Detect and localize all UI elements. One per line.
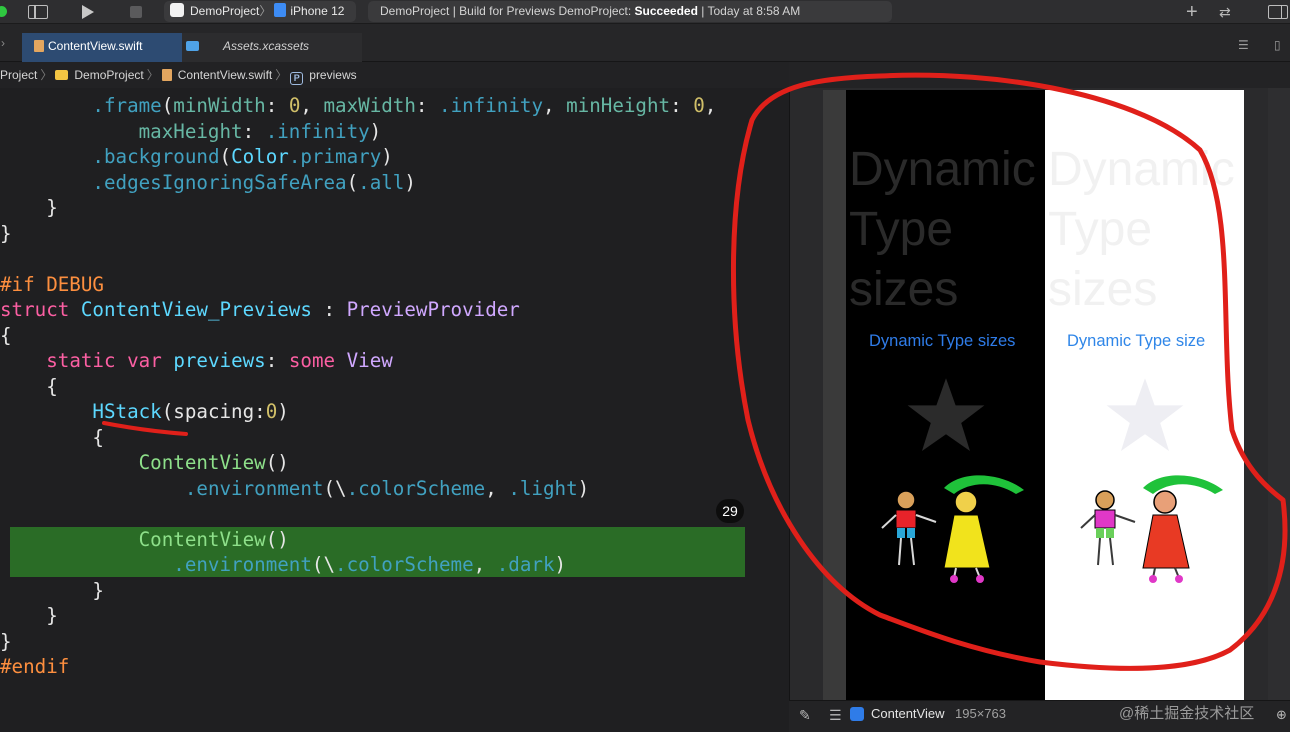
scheme-device: iPhone 12 xyxy=(290,4,345,18)
code-line: { xyxy=(0,374,58,398)
chevron-right-icon[interactable]: › xyxy=(1,36,5,50)
kids-drawing-image xyxy=(881,475,1024,583)
breadcrumb-separator: 〉 xyxy=(40,68,53,82)
play-icon[interactable] xyxy=(82,5,94,19)
activity-status: DemoProject | Build for Previews DemoPro… xyxy=(368,1,892,22)
swap-icon[interactable]: ⇄ xyxy=(1219,3,1231,21)
add-editor-icon[interactable]: ▯ xyxy=(1274,38,1281,52)
preview-icon xyxy=(850,707,864,721)
code-line: { xyxy=(0,323,12,347)
preview-name[interactable]: ContentView xyxy=(871,701,944,727)
breadcrumb-item-previews[interactable]: previews xyxy=(309,68,356,82)
code-line: .frame(minWidth: 0, maxWidth: .infinity,… xyxy=(92,94,717,117)
kids-drawing-image xyxy=(1080,475,1223,583)
code-line: maxHeight: .infinity) xyxy=(138,119,382,143)
status-suffix: | Today at 8:58 AM xyxy=(697,4,801,18)
tab-contentview-swift[interactable]: ContentView.swift xyxy=(22,33,182,62)
swift-file-icon xyxy=(34,40,44,52)
breadcrumb-item-project[interactable]: Project xyxy=(0,68,37,82)
preview-bottom-bar: ✎ ☰ ContentView 195×763 @稀土掘金技术社区 ⊕ xyxy=(789,700,1290,732)
large-text-line: sizes xyxy=(849,263,959,316)
code-line: } xyxy=(0,578,104,602)
app-icon xyxy=(170,3,184,17)
plus-icon[interactable]: + xyxy=(1186,2,1198,22)
code-line: } xyxy=(0,196,58,219)
editor-options-icon[interactable]: ☰ xyxy=(1238,38,1249,52)
status-result: Succeeded xyxy=(634,4,698,18)
code-line: } xyxy=(0,629,12,653)
swift-file-icon xyxy=(161,69,172,81)
watermark: @稀土掘金技术社区 xyxy=(1119,705,1255,722)
small-dynamic-text: Dynamic Type sizes xyxy=(869,332,1016,350)
tab-label: ContentView.swift xyxy=(48,39,143,53)
dark-mode-preview: Dynamic Type sizes Dynamic Type sizes xyxy=(846,90,1045,702)
stop-icon[interactable] xyxy=(130,6,142,18)
code-line: ContentView() xyxy=(138,527,289,551)
scheme-selector[interactable]: DemoProject〉 iPhone 12 xyxy=(164,1,356,22)
scheme-separator: 〉 xyxy=(259,4,272,18)
code-line: .background(Color.primary) xyxy=(92,145,393,168)
code-line: static var previews: some View xyxy=(46,349,393,372)
code-line: struct ContentView_Previews : PreviewPro… xyxy=(0,298,520,321)
code-line: .edgesIgnoringSafeArea(.all) xyxy=(92,170,416,194)
code-line: HStack(spacing:0) xyxy=(92,400,289,423)
star-icon xyxy=(907,378,985,451)
large-text-line: sizes xyxy=(1048,263,1158,316)
large-text-line: Type xyxy=(849,203,954,256)
large-text-line: Dynamic xyxy=(849,143,1036,196)
star-icon xyxy=(1106,378,1184,451)
panel-toggle-icon[interactable] xyxy=(1268,5,1288,19)
status-prefix: DemoProject | Build for Previews DemoPro… xyxy=(380,4,635,18)
code-line: .environment(\.colorScheme, .light) xyxy=(184,476,590,500)
property-icon: P xyxy=(290,72,304,85)
breadcrumb: Project 〉 DemoProject 〉 ContentView.swift 〉 Pp… xyxy=(0,62,789,88)
pin-icon[interactable]: ✎ xyxy=(799,702,811,728)
preview-canvas[interactable]: Dynamic Type sizes Dynamic Type sizes Dy… xyxy=(789,88,1290,702)
scheme-project: DemoProject xyxy=(190,4,260,18)
large-text-line: Dynamic xyxy=(1048,143,1235,196)
breadcrumb-separator: 〉 xyxy=(275,68,288,82)
asset-catalog-icon xyxy=(186,41,199,51)
tab-label: Assets.xcassets xyxy=(223,39,310,53)
preview-device-frame: Dynamic Type sizes Dynamic Type sizes Dy… xyxy=(823,90,1244,702)
code-line: .environment(\.colorScheme, .dark) xyxy=(173,553,567,576)
small-dynamic-text: Dynamic Type size xyxy=(1067,332,1206,350)
breadcrumb-item-contentview[interactable]: ContentView.swift xyxy=(178,68,273,82)
window-toolbar: DemoProject〉 iPhone 12 DemoProject | Buil… xyxy=(0,0,1290,24)
preview-size: 195×763 xyxy=(955,706,1006,721)
editor-tab-bar: › ContentView.swift Assets.xcassets ☰ ▯ xyxy=(0,24,1290,62)
code-line: } xyxy=(0,221,12,245)
large-dynamic-text: Dynamic Type sizes xyxy=(1048,140,1235,320)
zoom-icon[interactable]: ⊕ xyxy=(1276,702,1287,728)
build-count-badge: 29 xyxy=(716,499,744,523)
breadcrumb-item-demoproject[interactable]: DemoProject xyxy=(74,68,143,82)
tab-assets-xcassets[interactable]: Assets.xcassets xyxy=(182,33,362,62)
large-dynamic-text: Dynamic Type sizes xyxy=(849,140,1036,320)
light-mode-preview: Dynamic Type sizes Dynamic Type size xyxy=(1045,90,1244,702)
code-line: { xyxy=(0,425,104,449)
code-line: #if DEBUG xyxy=(0,272,104,296)
code-line: } xyxy=(0,604,58,627)
preview-scrollbar[interactable] xyxy=(1268,88,1290,700)
list-icon[interactable]: ☰ xyxy=(829,702,842,728)
iphone-icon xyxy=(274,3,287,17)
large-text-line: Type xyxy=(1048,203,1153,256)
folder-icon xyxy=(55,70,69,80)
breadcrumb-separator: 〉 xyxy=(146,68,159,82)
window-zoom-button[interactable] xyxy=(0,6,7,17)
code-line: ContentView() xyxy=(138,451,289,474)
sidebar-toggle-icon[interactable] xyxy=(28,5,48,19)
code-line: #endif xyxy=(0,655,70,678)
code-editor[interactable]: .frame(minWidth: 0, maxWidth: .infinity,… xyxy=(0,88,789,732)
